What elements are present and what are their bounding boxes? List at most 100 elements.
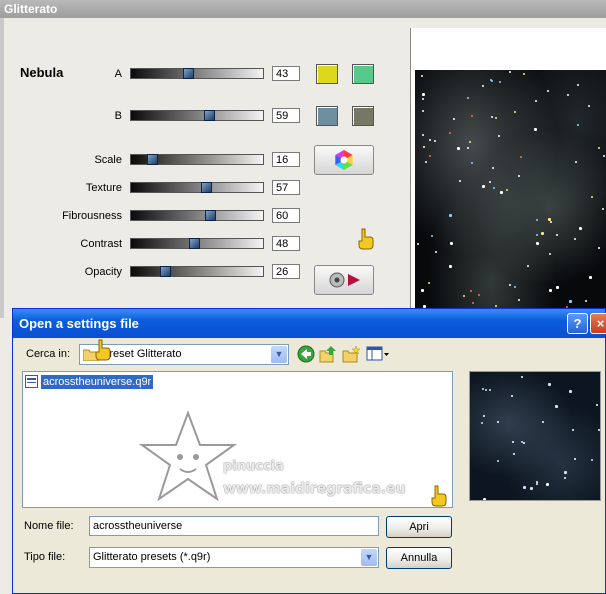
param-contrast-input[interactable]: 48 <box>272 236 300 251</box>
param-texture-slider[interactable] <box>130 182 264 193</box>
back-icon[interactable] <box>297 345 315 363</box>
star-dot <box>462 294 465 297</box>
watermark-site: www.maidiregrafica.eu <box>223 481 406 497</box>
star-dot <box>424 160 427 163</box>
star-dot <box>520 375 523 378</box>
star-dot <box>469 141 472 144</box>
color-wheel-button[interactable] <box>314 145 374 175</box>
param-texture-slider-thumb[interactable] <box>201 182 213 193</box>
param-opacity-slider[interactable] <box>130 266 264 277</box>
close-button[interactable]: × <box>590 313 606 334</box>
star-dot <box>534 99 537 102</box>
star-dot <box>566 93 569 96</box>
star-dot <box>548 382 552 386</box>
param-b-label: B <box>114 110 122 122</box>
star-dot <box>521 440 524 443</box>
param-opacity-label: Opacity <box>84 266 122 278</box>
pointing-hand-icon <box>95 339 111 361</box>
param-b-input[interactable]: 59 <box>272 108 300 123</box>
star-dot <box>556 234 559 237</box>
star-dot <box>517 298 520 301</box>
param-contrast-slider[interactable] <box>130 238 264 249</box>
file-name-field[interactable]: acrosstheuniverse <box>89 516 379 536</box>
param-fibrousness-slider-thumb[interactable] <box>205 210 217 221</box>
param-a-label: A <box>114 68 122 80</box>
star-dot <box>422 92 426 96</box>
param-b-slider[interactable] <box>130 110 264 121</box>
star-dot <box>417 242 420 245</box>
load-preset-button[interactable] <box>314 265 374 295</box>
param-opacity-input[interactable]: 26 <box>272 264 300 279</box>
param-opacity-slider-thumb[interactable] <box>160 266 172 277</box>
param-b-slider-thumb[interactable] <box>203 110 215 121</box>
param-texture-input[interactable]: 57 <box>272 180 300 195</box>
param-scale-slider[interactable] <box>130 154 264 165</box>
star-dot <box>471 115 474 118</box>
param-contrast-label: Contrast <box>80 238 122 250</box>
star-dot <box>523 73 525 76</box>
star-dot <box>584 299 587 302</box>
star-dot <box>564 477 567 480</box>
color-swatch-a2[interactable] <box>352 64 374 84</box>
param-fibrousness-slider[interactable] <box>130 210 264 221</box>
star-dot <box>577 83 580 86</box>
star-dot <box>456 147 460 151</box>
star-dot <box>572 428 575 431</box>
pointing-hand-icon <box>358 228 374 250</box>
open-button[interactable]: Apri <box>386 516 452 538</box>
star-dot <box>421 110 424 113</box>
look-in-value: Preset Glitterato <box>102 348 182 360</box>
dialog-title: Open a settings file <box>13 309 605 338</box>
star-dot <box>578 226 582 230</box>
param-a-slider-thumb[interactable] <box>182 68 194 79</box>
star-dot <box>555 286 559 290</box>
star-dot <box>482 498 486 500</box>
param-a-slider[interactable] <box>130 68 264 79</box>
star-dot <box>471 161 474 164</box>
window-title: Glitterato <box>0 0 606 18</box>
star-dot <box>536 241 540 245</box>
star-dot <box>588 276 592 280</box>
star-dot <box>513 453 516 456</box>
file-type-label: Tipo file: <box>24 551 66 563</box>
color-swatch-b2[interactable] <box>352 106 374 126</box>
star-dot <box>596 404 599 407</box>
star-dot <box>597 147 600 150</box>
star-dot <box>517 174 520 177</box>
param-a-input[interactable]: 43 <box>272 66 300 81</box>
chevron-down-icon[interactable]: ▼ <box>361 549 377 566</box>
star-dot <box>428 282 431 285</box>
star-dot <box>489 181 492 184</box>
star-dot <box>481 388 484 391</box>
star-dot <box>449 131 452 134</box>
file-type-select[interactable]: Glitterato presets (*.q9r) ▼ <box>89 547 379 568</box>
view-menu-icon[interactable] <box>366 346 390 362</box>
param-scale-input[interactable]: 16 <box>272 152 300 167</box>
star-dot <box>573 237 576 240</box>
cancel-button[interactable]: Annulla <box>386 547 452 569</box>
param-scale-slider-thumb[interactable] <box>147 154 159 165</box>
star-dot <box>467 146 470 149</box>
star-dot <box>519 156 522 159</box>
file-preview-image <box>469 371 601 501</box>
new-folder-icon[interactable] <box>342 345 360 363</box>
star-dot <box>485 388 488 391</box>
star-dot <box>491 167 494 170</box>
star-dot <box>458 179 461 182</box>
list-item[interactable]: acrosstheuniverse.q9r <box>25 374 154 389</box>
chevron-down-icon[interactable]: ▼ <box>271 346 287 363</box>
param-contrast-slider-thumb[interactable] <box>189 238 201 249</box>
star-dot <box>430 234 433 237</box>
help-button[interactable]: ? <box>567 313 588 334</box>
file-name[interactable]: acrosstheuniverse.q9r <box>41 374 154 389</box>
file-name-label: Nome file: <box>24 520 74 532</box>
open-settings-dialog: Open a settings file ? × Cerca in: Prese… <box>12 308 606 594</box>
param-fibrousness-input[interactable]: 60 <box>272 208 300 223</box>
color-swatch-b1[interactable] <box>316 106 338 126</box>
up-folder-icon[interactable] <box>319 345 337 363</box>
watermark-name: pinuccia <box>223 459 284 474</box>
color-wheel-icon <box>335 150 353 170</box>
star-dot <box>535 482 538 485</box>
star-dot <box>500 190 504 194</box>
color-swatch-a1[interactable] <box>316 64 338 84</box>
